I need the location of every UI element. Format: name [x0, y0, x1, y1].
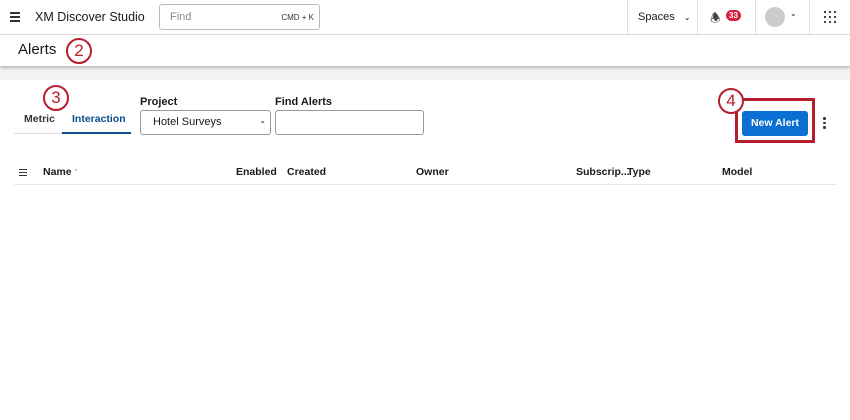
chevron-down-icon: ⌄ [683, 13, 691, 22]
spaces-dropdown[interactable]: Spaces ⌄ [638, 11, 690, 23]
global-search-input[interactable]: Find CMD + K [159, 4, 320, 30]
active-tab-indicator [62, 132, 131, 134]
more-options-icon[interactable] [823, 117, 826, 129]
project-select[interactable]: Hotel Surveys ⌄ [140, 110, 271, 135]
notifications-button[interactable]: 🕭 33 [710, 9, 746, 25]
app-launcher-icon[interactable] [824, 11, 836, 23]
chevron-down-icon: ⌄ [259, 116, 266, 125]
project-value: Hotel Surveys [153, 116, 222, 128]
column-header-model[interactable]: Model [722, 166, 752, 178]
search-placeholder: Find [170, 11, 192, 23]
column-header-owner[interactable]: Owner [416, 166, 449, 178]
column-header-name[interactable]: Name ˆ [43, 166, 77, 178]
column-header-type[interactable]: Type [627, 166, 651, 178]
tab-metric[interactable]: Metric [24, 113, 55, 125]
search-shortcut: CMD + K [281, 13, 314, 22]
page-title: Alerts [18, 41, 57, 58]
bell-icon: 🕭 [710, 11, 721, 25]
user-menu[interactable]: ⌄ [765, 7, 799, 27]
annotation-marker: 3 [43, 85, 69, 111]
project-label: Project [140, 96, 178, 108]
find-alerts-input[interactable] [275, 110, 424, 135]
spaces-label: Spaces [638, 11, 675, 23]
tab-interaction[interactable]: Interaction [72, 113, 126, 125]
table-header-divider [14, 184, 837, 185]
find-alerts-label: Find Alerts [275, 96, 333, 108]
column-menu-icon[interactable] [19, 169, 27, 176]
annotation-marker: 2 [66, 38, 92, 64]
annotation-marker: 4 [718, 88, 744, 114]
notification-badge: 33 [726, 10, 741, 21]
top-bar: XM Discover Studio Find CMD + K Spaces ⌄… [0, 0, 850, 35]
sort-asc-icon: ˆ [74, 170, 77, 177]
avatar [765, 7, 785, 27]
column-header-subscriptions[interactable]: Subscrip... [576, 166, 630, 178]
page-header: Alerts [0, 35, 850, 66]
column-header-enabled[interactable]: Enabled [236, 166, 277, 178]
chevron-down-icon: ⌄ [790, 9, 797, 18]
hamburger-menu-icon[interactable] [10, 12, 20, 22]
app-title: XM Discover Studio [35, 10, 145, 24]
new-alert-button[interactable]: New Alert [742, 111, 808, 136]
column-header-created[interactable]: Created [287, 166, 326, 178]
